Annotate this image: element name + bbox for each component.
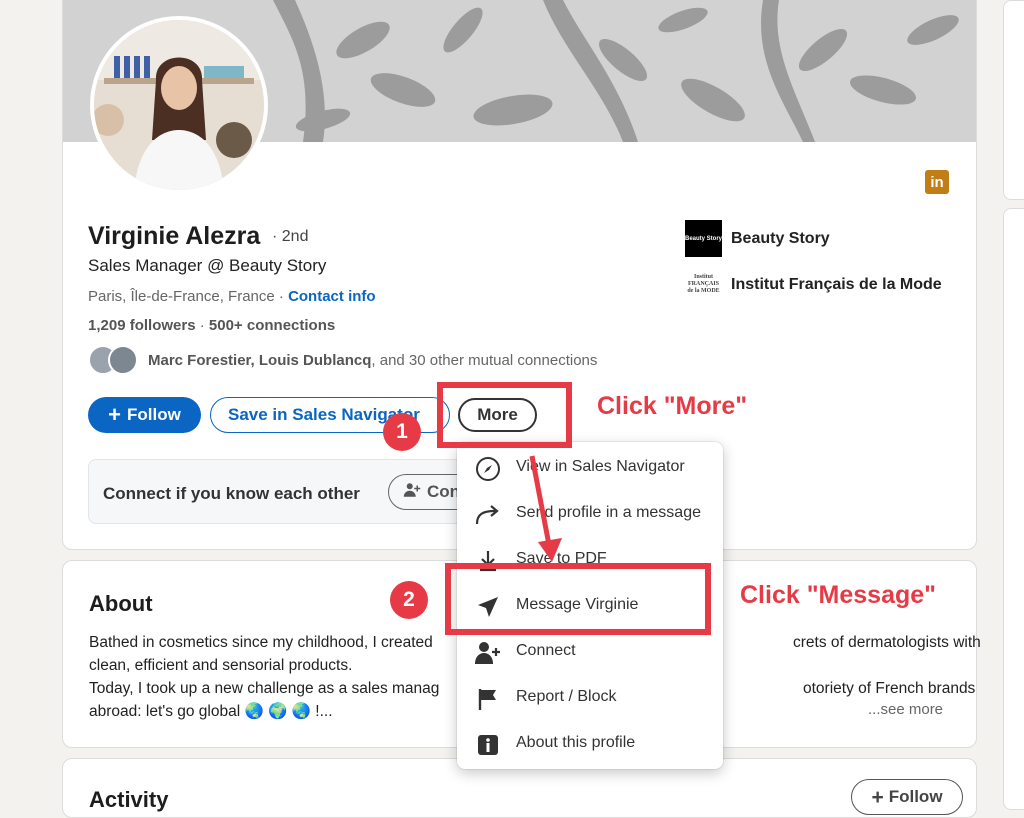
info-icon [475,732,501,758]
share-arrow-icon [475,502,501,528]
connect-suggestion-box: Connect if you know each other Con [88,459,488,524]
annotation-box-message [445,563,711,635]
compass-icon [475,456,501,482]
see-more-link[interactable]: ...see more [868,701,943,718]
annotation-step-2: 2 [390,581,428,619]
annotation-step-1: 1 [383,413,421,451]
stats-separator: · [195,317,209,334]
menu-item-connect[interactable]: Connect [457,630,723,674]
activity-follow-label: Follow [888,787,943,806]
mutual-rest: , and 30 other mutual connections [371,351,598,369]
connect-label: Con [427,482,461,501]
menu-item-label: About this profile [516,734,636,751]
connection-degree: · 2nd [272,228,309,245]
follow-label: Follow [127,405,181,424]
connections-count[interactable]: 500+ connections [209,317,335,334]
mutual-avatar-2 [108,345,138,375]
company-beauty-story[interactable]: Beauty Story Beauty Story [685,220,830,257]
menu-item-view-in-sales-navigator[interactable]: View in Sales Navigator [457,446,723,490]
menu-item-about-profile[interactable]: About this profile [457,722,723,766]
followers-count[interactable]: 1,209 followers [88,317,196,334]
annotation-arrow [529,455,562,562]
mutual-names: Marc Forestier, Louis Dublancq [148,351,372,369]
profile-name: Virginie Alezra [88,222,261,250]
menu-item-label: Report / Block [516,688,617,705]
profile-headline: Sales Manager @ Beauty Story [88,256,327,275]
mutual-connections[interactable]: Marc Forestier, Louis Dublancq, and 30 o… [88,344,597,376]
follow-button[interactable]: + Follow [88,397,201,433]
side-card-bottom [1003,208,1024,810]
menu-item-report-block[interactable]: Report / Block [457,676,723,720]
profile-location: Paris, Île-de-France, France · [88,288,289,305]
avatar-photo [94,20,264,190]
mutual-avatars [88,344,140,376]
activity-follow-button[interactable]: + Follow [851,779,963,815]
company-name: Institut Français de la Mode [731,275,942,293]
profile-location-row: Paris, Île-de-France, France · Contact i… [88,288,376,305]
menu-item-send-profile[interactable]: Send profile in a message [457,492,723,536]
annotation-click-more: Click "More" [597,392,748,420]
company-institut-francais-de-la-mode[interactable]: Institut FRANÇAIS de la MODE Institut Fr… [685,266,942,303]
linkedin-premium-badge[interactable]: in [925,170,949,194]
profile-avatar[interactable] [90,16,268,194]
side-card-top [1003,0,1024,200]
beauty-story-logo: Beauty Story [685,220,722,257]
company-name: Beauty Story [731,229,830,247]
activity-title: Activity [89,787,169,812]
connect-suggestion-text: Connect if you know each other [103,484,360,503]
add-person-icon [403,481,421,504]
add-person-icon [475,640,501,666]
about-title: About [89,591,153,616]
ifm-logo: Institut FRANÇAIS de la MODE [685,266,722,303]
profile-stats: 1,209 followers · 500+ connections [88,317,335,334]
plus-icon: + [108,402,122,427]
annotation-click-message: Click "Message" [740,581,937,609]
flag-icon [475,686,501,712]
plus-icon: + [871,785,884,809]
annotation-box-more [437,382,572,448]
menu-item-label: Connect [516,642,576,659]
contact-info-link[interactable]: Contact info [288,288,376,305]
